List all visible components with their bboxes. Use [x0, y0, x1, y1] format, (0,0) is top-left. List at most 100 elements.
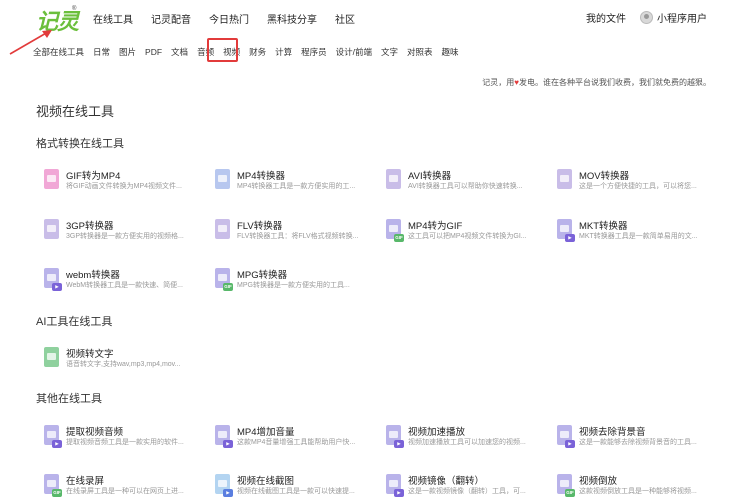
tool-name: MP4增加音量	[237, 427, 295, 438]
top-navigation-bar: 记灵 ® 在线工具 记灵配音 今日热门 黑科技分享 社区 我的文件 小程序用户	[0, 0, 733, 36]
tool-desc: 这是一个方便快捷的工具，可以将您...	[579, 183, 697, 190]
video-file-icon: ▶	[44, 268, 62, 291]
tool-desc: AVI转换器工具可以帮助你快速转换...	[408, 183, 523, 190]
tool-name: MOV转换器	[579, 171, 630, 182]
tool-desc: 3GP转换器是一款方便实用的视频格...	[66, 233, 184, 240]
tool-card[interactable]: ▶ webm转换器 WebM转换器工具是一款快速、简便...	[36, 268, 196, 298]
header-right: 我的文件 小程序用户	[586, 10, 707, 25]
category-image[interactable]: 图片	[119, 46, 136, 58]
user-name[interactable]: 小程序用户	[657, 10, 707, 25]
tool-desc: 在线录屏工具是一种可以在网页上进...	[66, 488, 184, 495]
category-all[interactable]: 全部在线工具	[33, 46, 84, 58]
section-title-format: 格式转换在线工具	[36, 138, 124, 150]
tool-card[interactable]: GIF转为MP4 将GIF动画文件转换为MP4视频文件...	[36, 169, 196, 199]
category-design[interactable]: 设计/前端	[336, 46, 372, 58]
page-title: 视频在线工具	[36, 104, 115, 119]
tool-name: 视频倒放	[579, 476, 618, 487]
avatar[interactable]	[640, 11, 653, 24]
tool-name: FLV转换器	[237, 221, 283, 232]
tool-name: MKT转换器	[579, 221, 628, 232]
tool-name: MPG转换器	[237, 270, 288, 281]
nav-dubbing[interactable]: 记灵配音	[151, 11, 191, 26]
tool-name: 3GP转换器	[66, 221, 114, 232]
video-file-icon	[215, 219, 230, 239]
tool-name: AVI转换器	[408, 171, 452, 182]
registered-mark: ®	[72, 6, 77, 12]
category-lookup-table[interactable]: 对照表	[407, 46, 433, 58]
tool-desc: 这是一款视频镜像（翻转）工具，可...	[408, 488, 526, 495]
category-finance[interactable]: 财务	[249, 46, 266, 58]
category-document[interactable]: 文档	[171, 46, 188, 58]
nav-online-tools[interactable]: 在线工具	[93, 11, 133, 26]
video-file-icon	[386, 169, 401, 189]
tool-desc: 将GIF动画文件转换为MP4视频文件...	[66, 183, 182, 190]
tool-name: MP4转为GIF	[408, 221, 463, 232]
tool-name: 视频在线截图	[237, 476, 295, 487]
video-file-icon	[215, 169, 230, 189]
slogan-after: 发电。谁在各种平台说我们收费，我们就免费的越狠。	[519, 78, 711, 87]
category-programmer[interactable]: 程序员	[301, 46, 327, 58]
category-daily[interactable]: 日常	[93, 46, 110, 58]
tool-name: 视频去除背景音	[579, 427, 646, 438]
tool-card[interactable]: ▶ 视频加速播放 视频加速播放工具可以加速您的视频...	[378, 425, 538, 455]
tool-name: webm转换器	[66, 270, 120, 281]
tool-card[interactable]: MP4转换器 MP4转换器工具是一款方便实用的工...	[207, 169, 367, 199]
video-file-icon: ▶	[557, 425, 575, 448]
slogan: 记灵，用♥发电。谁在各种平台说我们收费，我们就免费的越狠。	[482, 77, 711, 88]
tool-desc: WebM转换器工具是一款快速、简便...	[66, 282, 183, 289]
video-file-icon: GIF	[215, 268, 233, 291]
tool-name: 视频转文字	[66, 349, 114, 360]
nav-community[interactable]: 社区	[335, 11, 355, 26]
tool-card[interactable]: ▶ 视频去除背景音 这是一款能够去除视频背景音的工具...	[549, 425, 709, 455]
tool-desc: 这是一款能够去除视频背景音的工具...	[579, 439, 697, 446]
tool-desc: 视频在线截图工具是一款可以快速提...	[237, 488, 355, 495]
tool-card[interactable]: GIF MP4转为GIF 这工具可以把MP4视频文件转换为GI...	[378, 219, 538, 249]
tool-desc: FLV转换器工具：将FLV格式视频转换...	[237, 233, 359, 240]
tool-card[interactable]: ▶ MKT转换器 MKT转换器工具是一款简单易用的文...	[549, 219, 709, 249]
tool-card[interactable]: GIF 在线录屏 在线录屏工具是一种可以在网页上进...	[36, 474, 196, 500]
tool-card[interactable]: ▶ 视频镜像（翻转） 这是一款视频镜像（翻转）工具，可...	[378, 474, 538, 500]
video-file-icon: ▶	[215, 474, 233, 497]
tool-card[interactable]: FLV转换器 FLV转换器工具：将FLV格式视频转换...	[207, 219, 367, 249]
tool-card[interactable]: ▶ 提取视频音频 提取视频音频工具是一款实用的软件...	[36, 425, 196, 455]
speech-to-text-icon	[44, 347, 59, 367]
category-fun[interactable]: 趣味	[442, 46, 459, 58]
video-file-icon	[557, 169, 572, 189]
tool-desc: 视频加速播放工具可以加速您的视频...	[408, 439, 526, 446]
tool-desc: MKT转换器工具是一款简单易用的文...	[579, 233, 698, 240]
slogan-before: 记灵，用	[482, 78, 515, 87]
tool-desc: 这款视频倒放工具是一种能够将视频...	[579, 488, 697, 495]
tool-desc: MPG转换器是一款方便实用的工具...	[237, 282, 350, 289]
tool-name: 视频镜像（翻转）	[408, 476, 485, 487]
nav-trending[interactable]: 今日热门	[209, 11, 249, 26]
nav-tech-share[interactable]: 黑科技分享	[267, 11, 317, 26]
tool-desc: 这工具可以把MP4视频文件转换为GI...	[408, 233, 527, 240]
category-text[interactable]: 文字	[381, 46, 398, 58]
section-title-other: 其他在线工具	[36, 393, 102, 405]
active-category-highlight	[207, 38, 238, 62]
tool-card[interactable]: AVI转换器 AVI转换器工具可以帮助你快速转换...	[378, 169, 538, 199]
tool-card[interactable]: 视频转文字 语音转文字,支持wav,mp3,mp4,mov...	[36, 347, 196, 377]
video-file-icon: ▶	[44, 425, 62, 448]
tool-desc: MP4转换器工具是一款方便实用的工...	[237, 183, 356, 190]
video-file-icon: ▶	[557, 219, 575, 242]
tool-card[interactable]: 3GP转换器 3GP转换器是一款方便实用的视频格...	[36, 219, 196, 249]
tool-card[interactable]: ▶ 视频在线截图 视频在线截图工具是一款可以快速提...	[207, 474, 367, 500]
tool-name: MP4转换器	[237, 171, 286, 182]
my-files-link[interactable]: 我的文件	[586, 10, 626, 25]
category-calculate[interactable]: 计算	[275, 46, 292, 58]
tool-desc: 语音转文字,支持wav,mp3,mp4,mov...	[66, 361, 181, 368]
gif-file-icon: GIF	[386, 219, 404, 242]
tool-name: 在线录屏	[66, 476, 105, 487]
video-file-icon: ▶	[386, 425, 404, 448]
section-title-ai: AI工具在线工具	[36, 316, 113, 328]
tool-card[interactable]: MOV转换器 这是一个方便快捷的工具，可以将您...	[549, 169, 709, 199]
video-file-icon: GIF	[557, 474, 575, 497]
tool-card[interactable]: GIF MPG转换器 MPG转换器是一款方便实用的工具...	[207, 268, 367, 298]
tool-desc: 这款MP4音量增强工具能帮助用户快...	[237, 439, 356, 446]
video-file-icon	[44, 219, 59, 239]
category-pdf[interactable]: PDF	[145, 47, 162, 57]
tool-card[interactable]: GIF 视频倒放 这款视频倒放工具是一种能够将视频...	[549, 474, 709, 500]
tool-card[interactable]: ▶ MP4增加音量 这款MP4音量增强工具能帮助用户快...	[207, 425, 367, 455]
main-nav: 在线工具 记灵配音 今日热门 黑科技分享 社区	[93, 11, 373, 26]
